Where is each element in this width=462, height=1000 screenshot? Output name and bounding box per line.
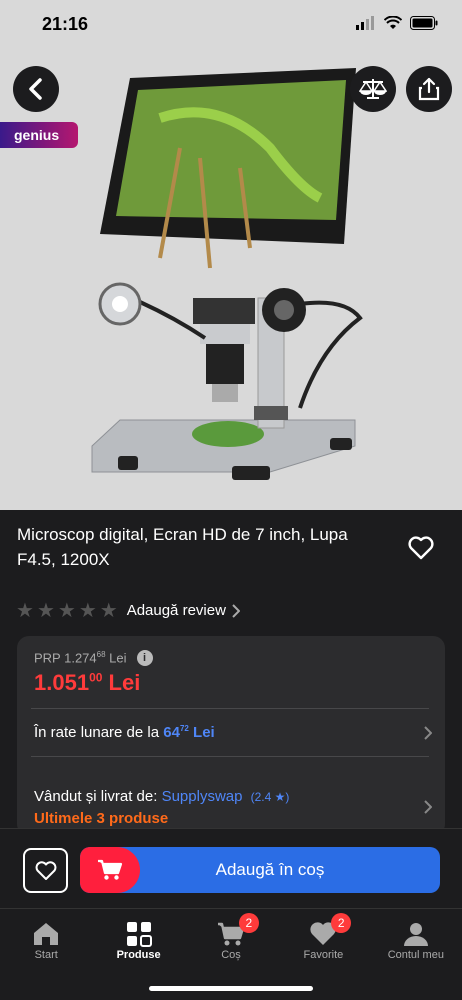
installments-main: 64 bbox=[163, 724, 180, 741]
installments-text: În rate lunare de la 6472 Lei bbox=[34, 724, 215, 741]
add-favorite-button[interactable] bbox=[23, 848, 68, 893]
installments-value: 6472 Lei bbox=[163, 724, 214, 741]
grid-icon bbox=[126, 922, 152, 947]
seller-row[interactable]: Vândut și livrat de: Supplyswap (2.4 ★) bbox=[34, 778, 432, 814]
installments-currency: Lei bbox=[193, 724, 215, 741]
back-button[interactable] bbox=[13, 66, 59, 112]
share-icon bbox=[418, 77, 440, 101]
nav-label: Start bbox=[34, 949, 58, 961]
product-title: Microscop digital, Ecran HD de 7 inch, L… bbox=[17, 525, 348, 569]
seller-prefix: Vândut și livrat de: bbox=[34, 787, 158, 805]
star-icon: ★ bbox=[99, 600, 118, 622]
genius-badge: genius bbox=[0, 122, 78, 148]
home-indicator bbox=[149, 986, 313, 991]
divider bbox=[31, 708, 429, 709]
action-bar: Adaugă în coș bbox=[0, 828, 462, 908]
prp-sup: 68 bbox=[96, 650, 106, 660]
star-icon: ★ bbox=[57, 600, 76, 622]
seller-rating: (2.4 ★) bbox=[250, 789, 290, 804]
add-to-cart-button[interactable]: Adaugă în coș bbox=[80, 847, 440, 893]
add-review-link[interactable]: Adaugă review bbox=[127, 602, 240, 619]
product-image[interactable]: genius bbox=[0, 48, 462, 510]
prp-value: PRP 1.27468 Lei bbox=[34, 650, 127, 665]
installments-sup: 72 bbox=[179, 724, 189, 733]
nav-item-contul-meu[interactable]: Contul meu bbox=[370, 909, 462, 1000]
seller-text: Vândut și livrat de: Supplyswap (2.4 ★) bbox=[34, 788, 289, 805]
status-icons bbox=[356, 16, 438, 30]
divider bbox=[31, 756, 429, 757]
status-bar: 21:16 bbox=[0, 0, 462, 48]
favorites-badge: 2 bbox=[331, 913, 352, 933]
seller-name-link[interactable]: Supplyswap bbox=[162, 788, 243, 805]
chevron-right-icon bbox=[424, 725, 432, 740]
price-sup: 00 bbox=[89, 670, 103, 685]
stock-status: Ultimele 3 produse bbox=[34, 810, 169, 827]
cart-badge: 2 bbox=[238, 913, 259, 933]
installments-row[interactable]: În rate lunare de la 6472 Lei bbox=[34, 724, 432, 741]
battery-icon bbox=[410, 16, 438, 30]
signal-icon bbox=[356, 16, 374, 30]
microscope-illustration bbox=[91, 68, 363, 480]
installments-prefix: În rate lunare de la bbox=[34, 724, 160, 741]
price-currency: Lei bbox=[108, 670, 141, 695]
chevron-right-icon bbox=[232, 603, 240, 618]
nav-label: Produse bbox=[116, 949, 161, 961]
rating-row: ★ ★ ★ ★ ★ Adaugă review bbox=[16, 598, 240, 623]
star-icon: ★ bbox=[16, 600, 34, 622]
cart-section bbox=[80, 847, 140, 893]
info-icon[interactable]: i bbox=[136, 650, 153, 666]
chevron-right-icon bbox=[424, 800, 432, 814]
user-icon bbox=[403, 923, 428, 946]
star-icon: ★ bbox=[78, 600, 97, 622]
prp-main: PRP 1.274 bbox=[34, 650, 97, 666]
heart-icon bbox=[35, 860, 56, 880]
cart-icon bbox=[98, 859, 123, 880]
price-main: 1.051 bbox=[34, 670, 90, 695]
nav-item-start[interactable]: Start bbox=[0, 909, 92, 1000]
share-button[interactable] bbox=[406, 66, 452, 112]
prp-currency: Lei bbox=[109, 650, 127, 666]
compare-button[interactable] bbox=[350, 66, 396, 112]
nav-label: Coș bbox=[221, 949, 241, 961]
star-icon: ★ bbox=[36, 600, 55, 622]
home-icon bbox=[34, 923, 59, 945]
add-to-cart-label: Adaugă în coș bbox=[215, 860, 325, 879]
nav-label: Contul meu bbox=[387, 949, 444, 961]
current-price: 1.05100 Lei bbox=[34, 670, 140, 696]
favorite-toggle[interactable] bbox=[408, 536, 434, 565]
nav-label: Favorite bbox=[303, 949, 344, 961]
scale-icon bbox=[359, 79, 387, 99]
prp-price: PRP 1.27468 Lei i bbox=[34, 650, 153, 666]
heart-icon bbox=[408, 536, 434, 560]
price-card: PRP 1.27468 Lei i 1.05100 Lei În rate lu… bbox=[17, 636, 445, 836]
status-time: 21:16 bbox=[42, 14, 89, 34]
wifi-icon bbox=[384, 16, 402, 29]
add-review-label: Adaugă review bbox=[126, 602, 226, 619]
chevron-left-icon bbox=[29, 78, 42, 100]
